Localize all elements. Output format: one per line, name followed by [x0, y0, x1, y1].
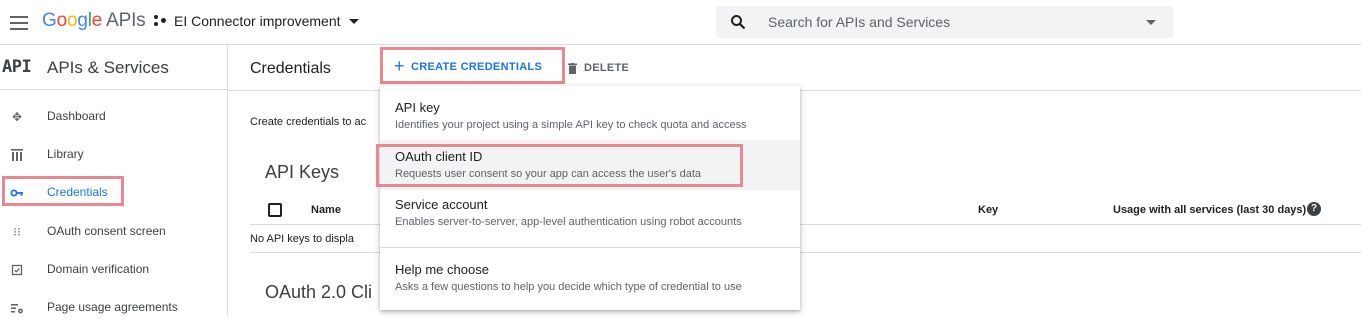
search-dropdown-icon[interactable]	[1146, 20, 1156, 25]
page-title: Credentials	[250, 60, 331, 77]
menu-item-description: Asks a few questions to help you decide …	[395, 281, 742, 293]
trash-icon	[568, 62, 577, 74]
create-credentials-menu: API key Identifies your project using a …	[380, 86, 800, 310]
sidebar-item-label: Library	[47, 147, 84, 161]
intro-text: Create credentials to ac	[250, 116, 367, 128]
top-app-bar: Google APIs EI Connector improvement	[0, 0, 1361, 45]
menu-item-api-key[interactable]: API key Identifies your project using a …	[380, 86, 800, 138]
sidebar-item-label: Dashboard	[47, 109, 106, 123]
apis-logo-text: APIs	[106, 10, 146, 31]
menu-divider	[380, 247, 800, 248]
sidebar-item-label: Domain verification	[47, 262, 150, 276]
oauth-clients-heading: OAuth 2.0 Cli	[265, 282, 373, 302]
oauth-client-id-highlight-box	[376, 144, 743, 187]
menu-item-help-me-choose[interactable]: Help me choose Asks a few questions to h…	[380, 250, 800, 306]
menu-item-title: Service account	[395, 197, 488, 212]
credentials-highlight-box	[2, 176, 124, 206]
library-icon	[10, 148, 24, 162]
sidebar-item-dashboard[interactable]: ✥ Dashboard	[0, 99, 228, 135]
sidebar-item-label: OAuth consent screen	[47, 224, 166, 238]
project-name: EI Connector improvement	[174, 13, 341, 29]
sidebar-item-page-usage-agreements[interactable]: Page usage agreements	[0, 290, 228, 326]
column-header-usage[interactable]: Usage with all services (last 30 days)	[1113, 204, 1306, 216]
api-keys-heading: API Keys	[265, 162, 340, 182]
google-logo-text: Google	[42, 10, 103, 31]
delete-button[interactable]: DELETE	[568, 58, 629, 78]
menu-item-title: Help me choose	[395, 262, 489, 277]
settings-list-icon	[10, 301, 24, 315]
menu-item-description: Enables server-to-server, app-level auth…	[395, 216, 742, 228]
search-input[interactable]	[768, 6, 1108, 38]
create-credentials-label: CREATE CREDENTIALS	[411, 61, 543, 73]
chevron-down-icon	[348, 18, 359, 24]
sidebar-item-domain-verification[interactable]: Domain verification	[0, 252, 228, 288]
delete-label: DELETE	[584, 62, 630, 74]
column-header-name[interactable]: Name	[311, 204, 341, 216]
dashboard-icon: ✥	[11, 110, 23, 124]
menu-item-title: API key	[395, 100, 440, 115]
sidebar-title: APIs & Services	[47, 58, 169, 77]
column-header-key[interactable]: Key	[978, 204, 998, 216]
empty-table-message: No API keys to displa	[250, 233, 354, 245]
sidebar-item-library[interactable]: Library	[0, 137, 228, 173]
hamburger-menu-icon[interactable]	[10, 12, 28, 32]
search-icon	[731, 15, 746, 30]
menu-item-service-account[interactable]: Service account Enables server-to-server…	[380, 190, 800, 242]
google-apis-logo[interactable]: Google APIs	[42, 10, 146, 32]
sidebar-item-oauth-consent-screen[interactable]: ⁝⁝ OAuth consent screen	[0, 214, 228, 250]
checkbox-icon	[10, 263, 24, 277]
select-all-checkbox[interactable]	[268, 203, 282, 217]
sidebar-header: API APIs & Services	[0, 45, 228, 90]
search-bar[interactable]	[716, 6, 1173, 38]
api-badge-icon: API	[2, 57, 32, 77]
plus-icon: +	[394, 56, 405, 76]
create-credentials-button[interactable]: + CREATE CREDENTIALS	[380, 47, 565, 84]
project-selector[interactable]: EI Connector improvement	[154, 13, 359, 29]
sidebar-item-label: Page usage agreements	[47, 300, 178, 314]
menu-item-description: Identifies your project using a simple A…	[395, 119, 747, 131]
help-icon[interactable]: ?	[1307, 202, 1321, 216]
consent-icon: ⁝⁝	[13, 225, 21, 239]
project-dots-icon	[154, 14, 168, 28]
